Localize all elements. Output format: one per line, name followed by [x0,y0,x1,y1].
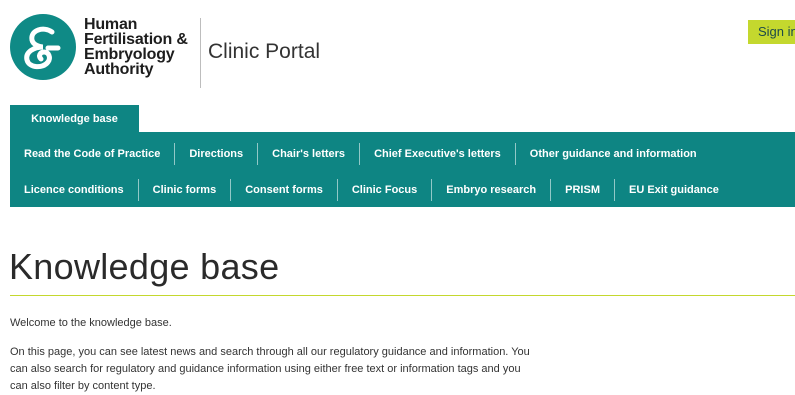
sign-in-button[interactable]: Sign in [748,20,795,44]
main-nav: Read the Code of Practice Directions Cha… [10,132,795,207]
site-header: Human Fertilisation & Embryology Authori… [0,0,795,98]
body-text: On this page, you can see latest news an… [10,346,530,392]
hfea-logo[interactable]: Human Fertilisation & Embryology Authori… [10,14,188,80]
nav-item-other-guidance[interactable]: Other guidance and information [514,143,711,165]
nav-item-licence-conditions[interactable]: Licence conditions [10,179,138,201]
nav-item-consent-forms[interactable]: Consent forms [230,179,337,201]
hfea-logo-text: Human Fertilisation & Embryology Authori… [84,16,188,78]
logo-line-2: Fertilisation & [84,31,188,48]
header-divider [200,18,201,88]
nav-item-code-of-practice[interactable]: Read the Code of Practice [10,143,174,165]
logo-line-3: Embryology [84,46,175,63]
nav-item-chief-executives-letters[interactable]: Chief Executive's letters [359,143,515,165]
hfea-logo-icon [10,14,76,80]
nav-row-2: Licence conditions Clinic forms Consent … [10,172,733,208]
logo-line-1: Human [84,16,138,33]
intro-text: Welcome to the knowledge base. [10,317,172,329]
logo-line-4: Authority [84,61,154,78]
nav-item-clinic-focus[interactable]: Clinic Focus [336,179,431,201]
nav-item-clinic-forms[interactable]: Clinic forms [137,179,231,201]
nav-item-eu-exit-guidance[interactable]: EU Exit guidance [613,179,733,201]
nav-item-prism[interactable]: PRISM [550,179,614,201]
nav-item-chairs-letters[interactable]: Chair's letters [257,143,359,165]
page-title: Knowledge base [9,246,280,287]
tab-knowledge-base[interactable]: Knowledge base [10,105,139,132]
nav-row-1: Read the Code of Practice Directions Cha… [10,136,711,172]
nav-item-directions[interactable]: Directions [174,143,257,165]
portal-title: Clinic Portal [208,40,321,63]
title-divider [10,295,795,296]
nav-item-embryo-research[interactable]: Embryo research [431,179,550,201]
